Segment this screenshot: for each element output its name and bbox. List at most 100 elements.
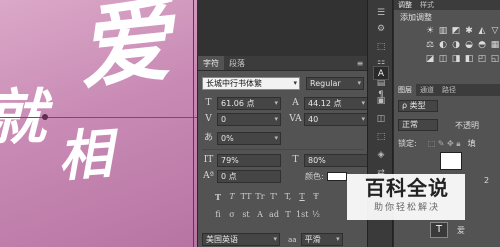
chevron-down-icon: ▾ [274,115,278,123]
invert-icon[interactable]: ◪ [424,54,436,65]
text-layer-name[interactable]: 爱 [457,225,465,236]
horizontal-scale-field[interactable]: 80% [304,154,368,167]
leading-value: 44.12 点 [308,99,342,108]
styles-icon[interactable]: ◈ [373,148,389,162]
chevron-down-icon: ▾ [357,79,361,87]
swash-button[interactable]: A [254,209,266,221]
anchor-point[interactable] [42,114,48,120]
all-caps-button[interactable]: TT [240,191,252,203]
tab-adjustments[interactable]: 调整 [394,0,416,10]
brightness-icon[interactable]: ☀ [424,26,436,37]
font-size-value: 61.06 点 [221,99,255,108]
kerning-icon: V [205,114,212,124]
guide-horizontal[interactable] [0,117,197,118]
layer-kind-filter[interactable]: ρ 类型 [398,100,438,112]
channel-mixer-icon[interactable]: ◒ [463,40,475,51]
faux-style-buttons: T T TT Tr T' T, T Ŧ [212,191,322,203]
layers-tabs: 图层 通道 路径 [394,84,500,96]
posterize-icon[interactable]: ◫ [437,54,449,65]
underline-button[interactable]: T [296,191,308,203]
watermark-logo: 百科全说 助你轻松解决 [347,174,465,220]
tab-paragraph[interactable]: 段落 [224,56,250,70]
opacity-label: 不透明 [455,120,479,130]
tracking-field[interactable]: 40 ▾ [304,113,368,126]
opentype-buttons: fi σ st A ad T 1st ½ [212,209,322,221]
paragraph-icon[interactable]: ¶ [373,88,389,102]
kerning-field[interactable]: 0 ▾ [217,113,281,126]
faux-italic-button[interactable]: T [226,191,238,203]
levels-icon[interactable]: ▥ [437,26,449,37]
strikethrough-button[interactable]: Ŧ [310,191,322,203]
horizontal-scale-value: 80% [308,156,326,165]
divider [202,149,364,150]
tab-character[interactable]: 字符 [198,56,224,70]
small-caps-button[interactable]: Tr [254,191,266,203]
watermark-subtitle: 助你轻松解决 [373,203,440,213]
tsume-field[interactable]: 0% ▾ [217,132,281,145]
ligatures-button[interactable]: fi [212,209,224,221]
vibrance-icon[interactable]: ◭ [476,26,488,37]
character-panel-tabs: 字符 段落 ≡ [198,56,367,71]
panel-menu-icon[interactable]: ≡ [353,56,367,70]
anti-alias-icon: aa [288,235,297,244]
baseline-shift-field[interactable]: 0 点 [217,170,281,183]
info-icon[interactable]: ⬚ [373,40,389,54]
history-icon[interactable]: ☰ [373,6,389,20]
subscript-button[interactable]: T, [282,191,294,203]
font-family-select[interactable]: 长城中行书体繁 ▾ [202,77,300,90]
ordinals-button[interactable]: 1st [296,209,308,221]
font-size-icon: T [205,98,212,108]
discretionary-ligatures-button[interactable]: st [240,209,252,221]
font-size-field[interactable]: 61.06 点 ▾ [217,97,281,110]
layer-thumbnail[interactable] [440,152,462,170]
canvas-text-ai: 爱 [72,0,176,103]
color-balance-icon[interactable]: ⚖ [424,40,436,51]
chevron-down-icon: ▾ [336,235,340,243]
chevron-down-icon: ▾ [274,134,278,142]
faux-bold-button[interactable]: T [212,191,224,203]
character-panel-icon[interactable]: A [373,66,389,80]
character-panel: 字符 段落 ≡ 长城中行书体繁 ▾ Regular ▾ T 61.06 点 ▾ … [197,56,368,247]
threshold-icon[interactable]: ◨ [450,54,462,65]
guide-vertical[interactable] [193,0,194,247]
hue-saturation-icon[interactable]: ▦ [489,40,500,51]
adjustment-icons: ☀ ▥ ◩ ✱ ◭ ▽ ⚖ ◐ ◑ ◒ ◓ ▦ ◪ ◫ ◨ ◧ ◰ ◱ [424,26,500,65]
stylistic-alternates-button[interactable]: ad [268,209,280,221]
text-color-swatch[interactable] [326,172,347,181]
titling-alternates-button[interactable]: T [282,209,294,221]
tab-styles[interactable]: 样式 [416,0,438,10]
anti-alias-select[interactable]: 平滑 ▾ [300,233,343,246]
lock-icons[interactable]: ⬚ ✎ ✥ 🔒︎ [428,139,461,149]
gradient-map-icon[interactable]: ▽ [489,26,500,37]
leading-field[interactable]: 44.12 点 ▾ [304,97,368,110]
tab-channels[interactable]: 通道 [416,84,438,96]
color-lookup-icon[interactable]: ◓ [476,40,488,51]
superscript-button[interactable]: T' [268,191,280,203]
layer-comps-icon[interactable]: ⬚ [373,130,389,144]
language-value: 美国英语 [206,235,238,244]
canvas-text-jiu: 就 [0,88,46,148]
font-style-select[interactable]: Regular ▾ [306,77,364,90]
blend-mode-select[interactable]: 正常 [398,119,438,131]
contextual-alternates-button[interactable]: σ [226,209,238,221]
photo-filter-icon[interactable]: ◑ [450,40,462,51]
gradient-icon[interactable]: ◰ [476,54,488,65]
leading-icon: A [292,98,299,108]
document-canvas[interactable]: 爱 相 就 [0,0,197,247]
solid-color-icon[interactable]: ◱ [489,54,500,65]
fractions-button[interactable]: ½ [310,209,322,221]
horizontal-scale-icon: T [292,155,299,165]
selective-color-icon[interactable]: ◧ [463,54,475,65]
black-white-icon[interactable]: ◐ [437,40,449,51]
vertical-scale-field[interactable]: 79% [217,154,281,167]
anti-alias-value: 平滑 [304,235,321,244]
exposure-icon[interactable]: ✱ [463,26,475,37]
tab-paths[interactable]: 路径 [438,84,460,96]
baseline-shift-icon: Aª [203,171,214,181]
gear-icon[interactable]: ⚙ [373,22,389,36]
curves-icon[interactable]: ◩ [450,26,462,37]
text-layer-thumbnail[interactable]: T [430,222,448,238]
tab-layers[interactable]: 图层 [394,84,416,96]
language-select[interactable]: 美国英语 ▾ [202,233,280,246]
clone-source-icon[interactable]: ◫ [373,112,389,126]
